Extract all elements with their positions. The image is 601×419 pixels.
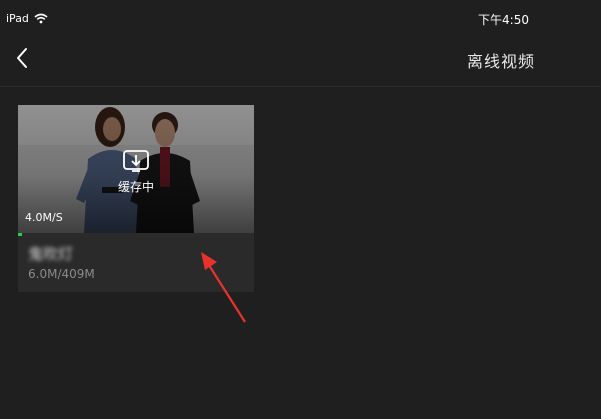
back-button[interactable] [10,42,38,74]
annotation-arrow-icon [201,252,246,323]
status-time: 下午4:50 [478,13,529,27]
download-progress-bar [18,233,254,236]
video-thumbnail: 缓存中 4.0M/S [18,105,254,233]
nav-divider [0,86,601,87]
download-icon [123,150,149,172]
page-title: 离线视频 [466,52,535,71]
download-status: 缓存中 [117,180,154,194]
nav-bar: 离线视频 [0,34,601,86]
download-speed: 4.0M/S [25,211,63,224]
device-name: iPad [6,12,29,25]
status-left: iPad [6,12,48,25]
download-progress-fill [18,233,22,236]
video-title: 鬼吹灯 [28,245,74,263]
status-bar: iPad 下午4:50 [0,0,601,34]
video-size: 6.0M/409M [28,267,95,281]
wifi-icon [34,13,48,24]
chevron-left-icon [17,48,27,68]
